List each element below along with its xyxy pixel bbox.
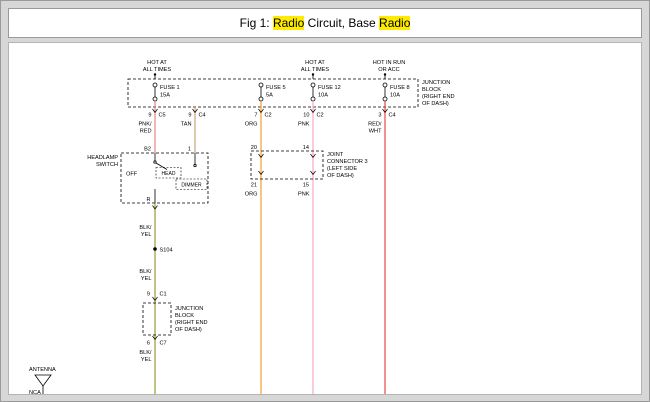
fuse-12-rating: 10A — [318, 93, 328, 99]
switch-position-dimmer: DIMMER — [181, 183, 202, 189]
wire-color-label: YEL — [141, 276, 152, 282]
jc-pin-15: 15 — [303, 183, 309, 189]
switch-contact — [194, 164, 196, 166]
connector-id: C1 — [160, 292, 167, 298]
splice-label: S104 — [160, 248, 173, 254]
fuse-1-rating: 15A — [160, 93, 170, 99]
feed-dot — [312, 73, 314, 75]
switch-position-head: HEAD — [162, 171, 176, 177]
wire-color-label: RED — [140, 129, 152, 135]
antenna-label: ANTENNA — [29, 367, 56, 373]
fuse-1-name: FUSE 1 — [160, 85, 180, 91]
wire-color-label: WHT — [369, 129, 382, 135]
connector-id: C7 — [160, 341, 167, 347]
power-label-2-line1: HOT AT — [305, 60, 325, 66]
feed-dot — [154, 73, 156, 75]
power-label-3-line1: HOT IN RUN — [373, 60, 406, 66]
connector-id: C5 — [159, 113, 166, 119]
junction-block-top-label-1: JUNCTION — [422, 80, 450, 86]
antenna-note: NCA — [29, 390, 41, 394]
connector-id: C4 — [199, 113, 206, 119]
pin-number: 7 — [254, 113, 257, 119]
junction-block-top-label-3: (RIGHT END — [422, 94, 455, 100]
switch-pin-1: 1 — [188, 147, 191, 153]
joint-connector-box — [251, 151, 323, 179]
fuse-12-name: FUSE 12 — [318, 85, 341, 91]
wire-color-label: BLK/ — [139, 225, 152, 231]
wire-color-label: BLK/ — [139, 350, 152, 356]
joint-connector-label-1: JOINT — [327, 152, 344, 158]
fuse-terminal — [311, 97, 315, 101]
junction-block-lower-label-2: BLOCK — [175, 313, 194, 319]
wire-color-label: BLK/ — [139, 269, 152, 275]
connector-id: C2 — [265, 113, 272, 119]
pin-number: 6 — [147, 341, 150, 347]
wire-color-label: YEL — [141, 357, 152, 363]
jc-pin-21: 21 — [251, 183, 257, 189]
junction-block-top-label-2: BLOCK — [422, 87, 441, 93]
fuse-8-name: FUSE 8 — [390, 85, 410, 91]
connector-id: C2 — [317, 113, 324, 119]
wire-color-label: PNK — [298, 122, 310, 128]
junction-block-top-label-4: OF DASH) — [422, 101, 449, 107]
fuse-terminal — [383, 83, 387, 87]
fuse-5-name: FUSE 5 — [266, 85, 286, 91]
jc-pin-20: 20 — [251, 145, 257, 151]
title-highlight-radio-2: Radio — [379, 16, 410, 30]
wire-color-label: PNK — [298, 192, 310, 198]
fuse-terminal — [311, 83, 315, 87]
feed-dot — [384, 73, 386, 75]
switch-contact — [154, 161, 156, 163]
diagram-viewer-window: Fig 1: Radio Circuit, Base Radio HOT AT … — [0, 0, 650, 402]
wire-color-label: RED/ — [368, 122, 382, 128]
junction-block-top-box — [128, 79, 418, 107]
fuse-terminal — [383, 97, 387, 101]
switch-pin-b2: B2 — [144, 147, 151, 153]
antenna-icon — [35, 375, 51, 386]
joint-connector-label-3: (LEFT SIDE — [327, 166, 357, 172]
jc-pin-14: 14 — [303, 145, 309, 151]
pin-number: 9 — [188, 113, 191, 119]
title-highlight-radio-1: Radio — [273, 16, 304, 30]
connector-id: C4 — [389, 113, 396, 119]
switch-position-off: OFF — [126, 172, 138, 178]
fuse-5-rating: 5A — [266, 93, 273, 99]
junction-block-lower-label-4: OF DASH) — [175, 327, 202, 333]
wiring-diagram: HOT AT ALL TIMES HOT AT ALL TIMES HOT IN… — [9, 43, 641, 394]
joint-connector-label-2: CONNECTOR 3 — [327, 159, 368, 165]
wire-color-label: YEL — [141, 232, 152, 238]
junction-block-lower-label-3: (RIGHT END — [175, 320, 208, 326]
power-label-1-line2: ALL TIMES — [143, 67, 172, 73]
power-label-3-line2: OR ACC — [378, 67, 399, 73]
pin-number: 9 — [147, 292, 150, 298]
power-label-2-line2: ALL TIMES — [301, 67, 330, 73]
title-text: Fig 1: — [240, 16, 273, 30]
pin-number: 9 — [148, 113, 151, 119]
figure-title: Fig 1: Radio Circuit, Base Radio — [8, 8, 642, 38]
wire-color-label: TAN — [181, 122, 192, 128]
splice-dot — [153, 247, 157, 251]
fuse-terminal — [259, 97, 263, 101]
pin-number: 3 — [378, 113, 381, 119]
junction-block-lower-label-1: JUNCTION — [175, 306, 203, 312]
title-text: Circuit, Base — [304, 16, 379, 30]
switch-lever — [156, 163, 167, 170]
headlamp-switch-label-1: HEADLAMP — [87, 155, 118, 161]
fuse-8-rating: 10A — [390, 93, 400, 99]
switch-pin-r: R — [146, 197, 150, 203]
fuse-terminal — [153, 83, 157, 87]
junction-block-lower-box — [143, 303, 171, 335]
wire-color-label: ORG — [245, 192, 258, 198]
wire-color-label: ORG — [245, 122, 258, 128]
pin-number: 10 — [303, 113, 309, 119]
joint-connector-label-4: OF DASH) — [327, 173, 354, 179]
wire-color-label: PNK/ — [138, 122, 152, 128]
fuse-terminal — [153, 97, 157, 101]
fuse-terminal — [259, 83, 263, 87]
diagram-canvas: HOT AT ALL TIMES HOT AT ALL TIMES HOT IN… — [8, 42, 642, 395]
power-label-1-line1: HOT AT — [147, 60, 167, 66]
headlamp-switch-label-2: SWITCH — [96, 162, 118, 168]
